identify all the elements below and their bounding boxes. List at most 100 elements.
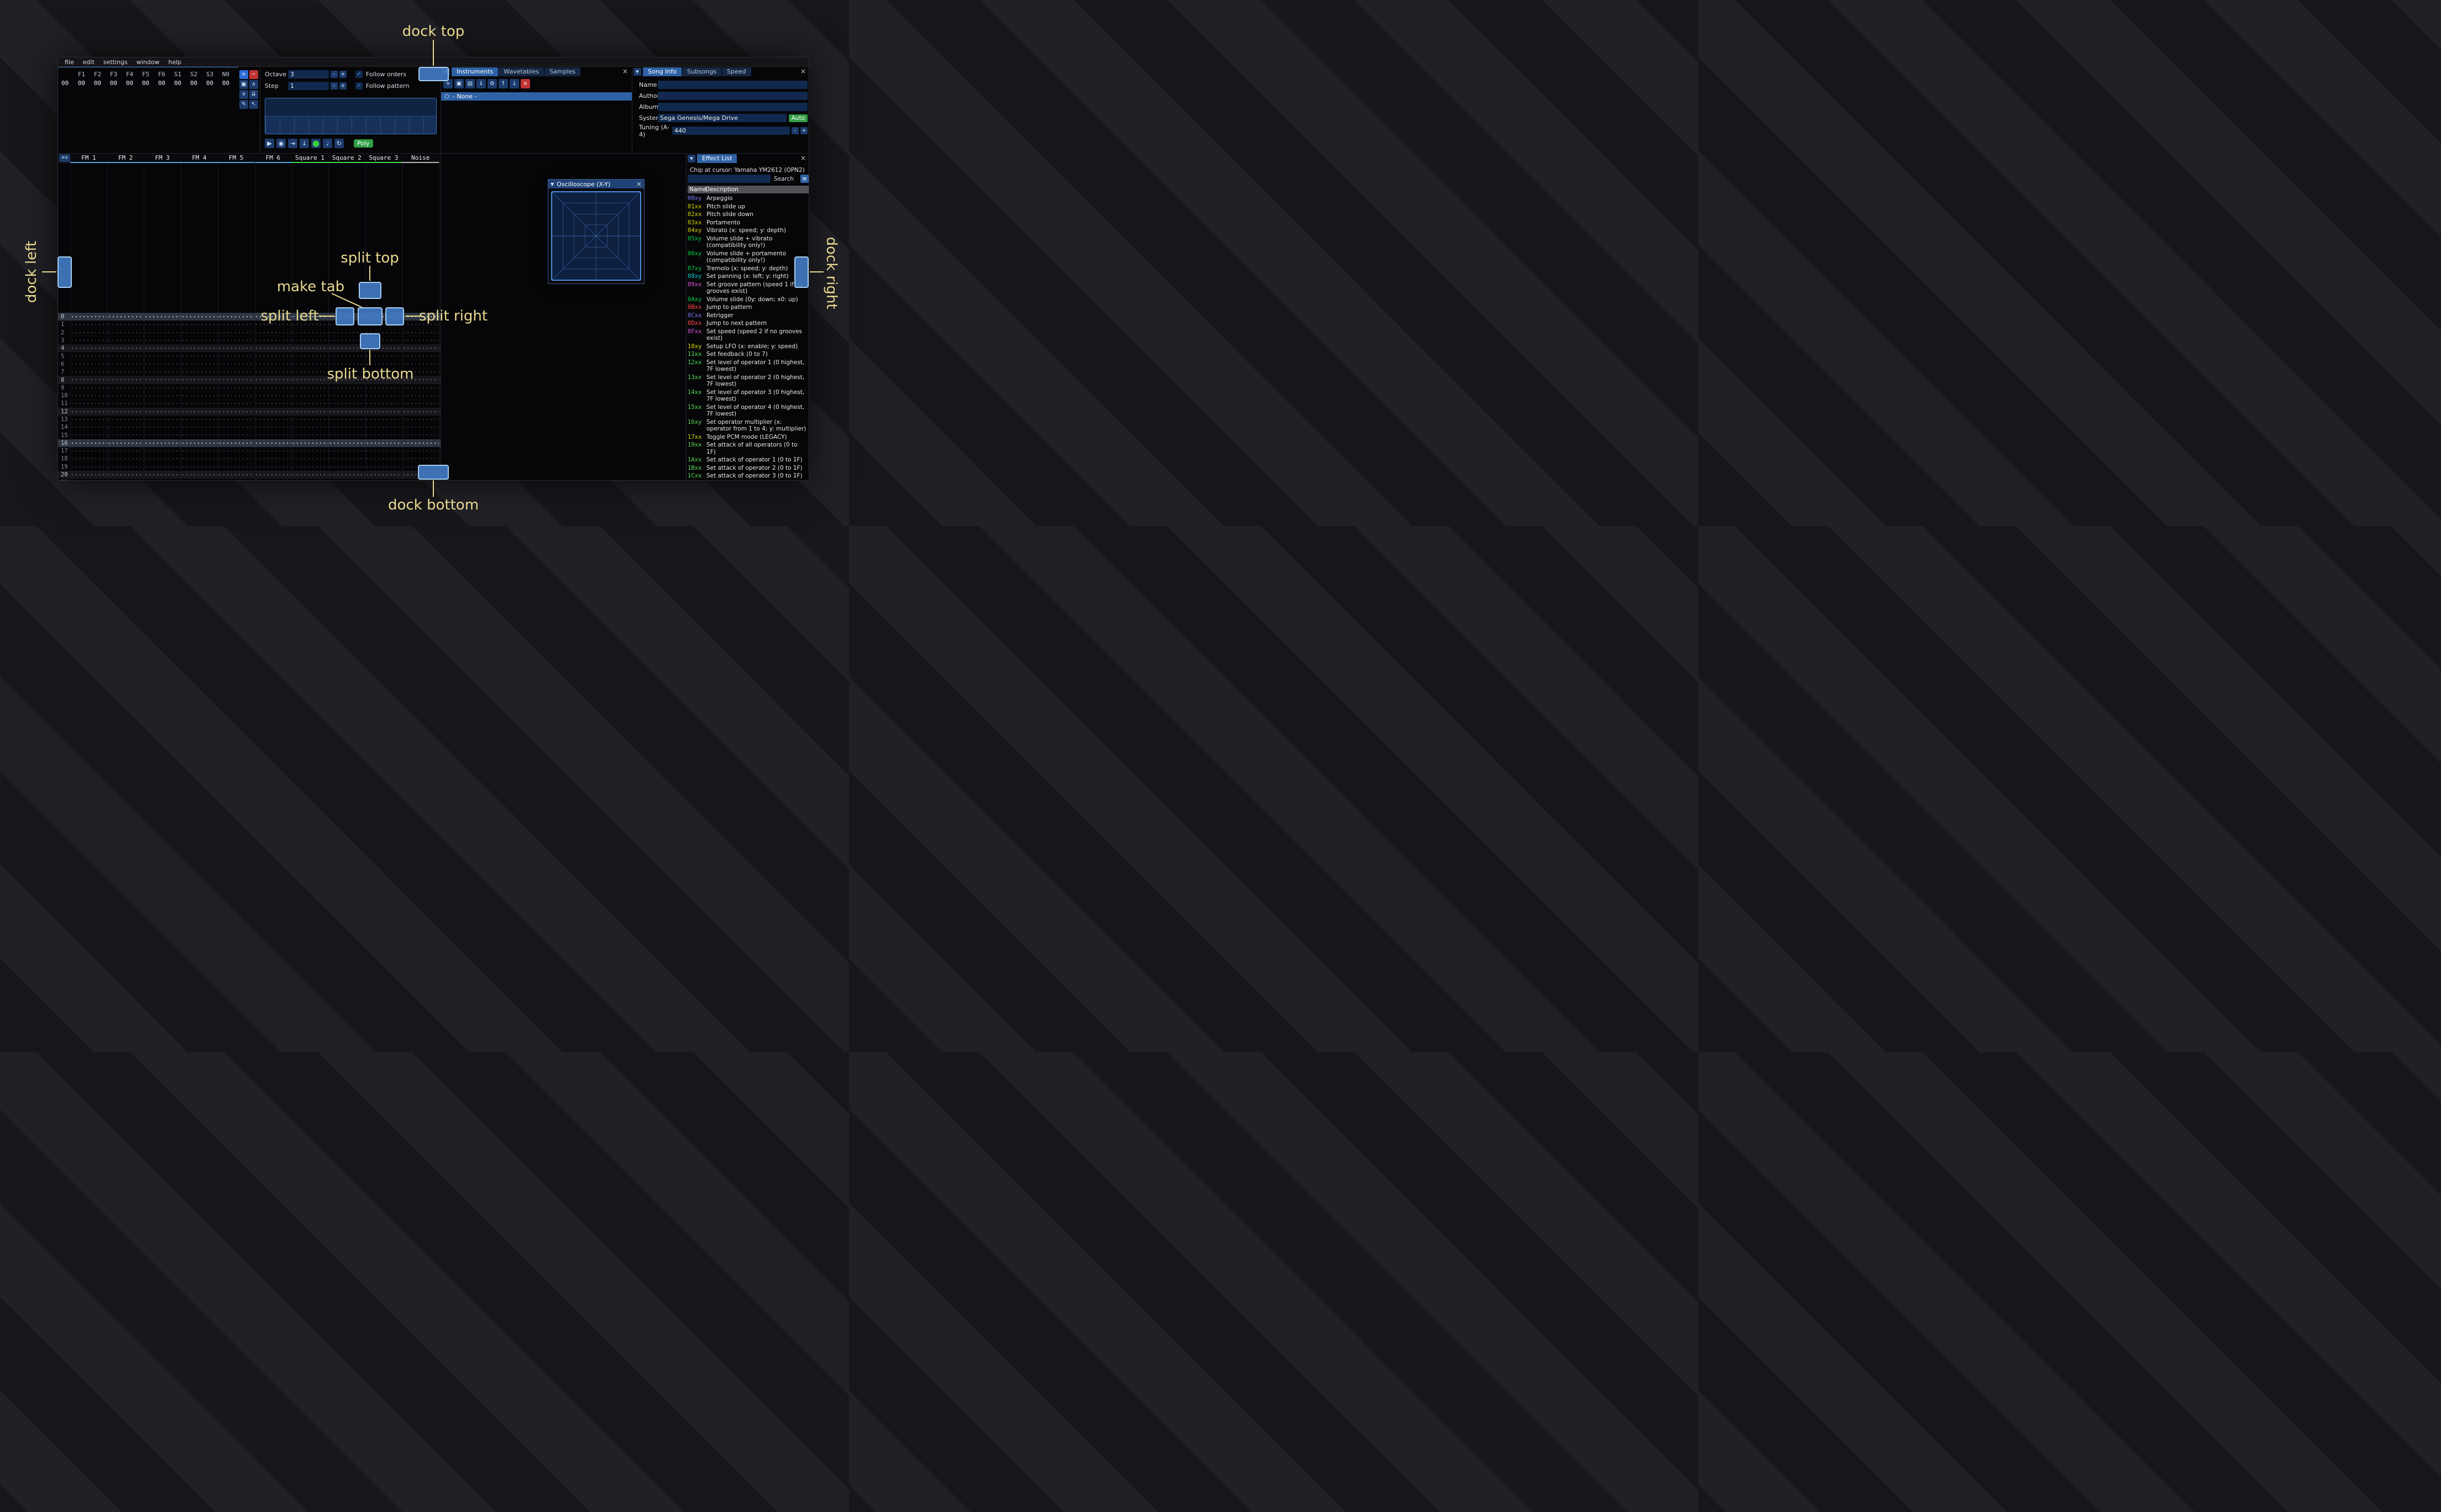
effect-search-input[interactable] — [688, 175, 771, 183]
pattern-cell[interactable] — [254, 439, 292, 448]
pattern-cell[interactable] — [181, 407, 218, 416]
move-instrument-down-button[interactable]: ↓ — [510, 79, 519, 88]
pattern-cell[interactable] — [217, 384, 255, 392]
pattern-row[interactable]: 15 — [58, 431, 441, 439]
make-tab-target[interactable] — [358, 307, 383, 326]
effect-row[interactable]: 08xy Set panning (x: left; y: right) — [688, 272, 810, 281]
channel-header-3[interactable]: FM 3 — [144, 154, 181, 163]
pattern-cell[interactable] — [217, 455, 255, 463]
pattern-cell[interactable] — [254, 447, 292, 455]
pattern-cell[interactable] — [328, 352, 365, 360]
pattern-cell[interactable] — [107, 360, 144, 369]
organize-instruments-button[interactable]: ⚙ — [488, 79, 497, 88]
tab-instruments[interactable]: Instruments — [452, 67, 499, 76]
pattern-cell[interactable] — [107, 431, 144, 439]
order-cell[interactable]: 00 — [90, 80, 106, 87]
pattern-cell[interactable] — [328, 407, 365, 416]
pattern-cell[interactable] — [107, 479, 144, 480]
effect-row[interactable]: 10xy Setup LFO (x: enable; y: speed) — [688, 343, 810, 351]
dock-left-target[interactable] — [57, 256, 72, 288]
pattern-cell[interactable] — [402, 391, 439, 400]
pattern-cell[interactable] — [291, 391, 328, 400]
pattern-cell[interactable] — [254, 352, 292, 360]
pattern-cell[interactable] — [144, 455, 181, 463]
metronome-button[interactable]: ♩ — [323, 139, 332, 148]
effect-row[interactable]: 19xx Set attack of all operators (0 to 1F… — [688, 441, 810, 456]
pattern-body[interactable]: 0123456789101112131415161718192021 — [58, 163, 441, 480]
pattern-cell[interactable] — [144, 447, 181, 455]
effect-list-menu-icon[interactable]: ≡ — [800, 175, 809, 183]
pattern-cell[interactable] — [254, 431, 292, 439]
order-cell[interactable]: 00 — [170, 80, 186, 87]
pattern-cell[interactable] — [291, 360, 328, 369]
orders-row[interactable]: 00 00 00 00 00 00 00 00 00 00 00 — [59, 80, 234, 87]
pattern-cell[interactable] — [70, 384, 107, 392]
menu-item-edit[interactable]: edit — [78, 59, 99, 66]
pattern-cell[interactable] — [254, 463, 292, 471]
order-cell[interactable]: 00 — [202, 80, 218, 87]
step-input[interactable] — [288, 82, 329, 90]
dock-top-target[interactable] — [418, 67, 449, 81]
pattern-row[interactable]: 0 — [58, 313, 441, 321]
pattern-cell[interactable] — [107, 447, 144, 455]
menu-item-settings[interactable]: settings — [99, 59, 132, 66]
pattern-cell[interactable] — [291, 447, 328, 455]
effect-row[interactable]: 0Fxx Set speed (speed 2 if no grooves exi… — [688, 328, 810, 343]
tab-speed[interactable]: Speed — [722, 67, 751, 76]
channel-header-5[interactable]: FM 5 — [217, 154, 255, 163]
pattern-cell[interactable] — [402, 384, 439, 392]
channel-header-6[interactable]: FM 6 — [254, 154, 292, 163]
pattern-cell[interactable] — [291, 423, 328, 432]
piano-widget[interactable] — [265, 98, 437, 134]
pattern-cell[interactable] — [217, 447, 255, 455]
pattern-cell[interactable] — [402, 400, 439, 408]
pattern-row[interactable]: 14 — [58, 423, 441, 432]
pattern-cell[interactable] — [365, 352, 402, 360]
effect-row[interactable]: 16xy Set operator multiplier (x: operator… — [688, 418, 810, 433]
pattern-cell[interactable] — [70, 439, 107, 448]
pattern-cell[interactable] — [365, 415, 402, 424]
pattern-cell[interactable] — [402, 344, 439, 353]
pattern-cell[interactable] — [402, 423, 439, 432]
effect-row[interactable]: 11xx Set feedback (0 to 7) — [688, 350, 810, 359]
play-button[interactable]: ▶ — [265, 139, 274, 148]
pattern-cell[interactable] — [402, 336, 439, 345]
move-instrument-up-button[interactable]: ↑ — [499, 79, 508, 88]
pattern-cell[interactable] — [70, 455, 107, 463]
pattern-cell[interactable] — [291, 368, 328, 376]
pattern-cell[interactable] — [365, 463, 402, 471]
pattern-cell[interactable] — [365, 470, 402, 479]
pattern-cell[interactable] — [144, 328, 181, 337]
octave-increase-button[interactable]: + — [339, 71, 347, 78]
pattern-cell[interactable] — [217, 479, 255, 480]
pattern-cell[interactable] — [254, 328, 292, 337]
piano-keys[interactable] — [265, 117, 436, 134]
pattern-cell[interactable] — [181, 470, 218, 479]
pattern-cell[interactable] — [70, 400, 107, 408]
pattern-cell[interactable] — [328, 447, 365, 455]
pattern-cell[interactable] — [254, 470, 292, 479]
pattern-cell[interactable] — [70, 352, 107, 360]
pattern-cell[interactable] — [254, 479, 292, 480]
order-cell[interactable]: 00 — [186, 80, 202, 87]
effect-row[interactable]: 12xx Set level of operator 1 (0 highest, … — [688, 359, 810, 374]
duplicate-order-button[interactable]: ▣ — [239, 80, 248, 89]
pattern-cell[interactable] — [291, 463, 328, 471]
effect-row[interactable]: 15xx Set level of operator 4 (0 highest, … — [688, 403, 810, 418]
pattern-cell[interactable] — [181, 376, 218, 384]
save-instrument-button[interactable]: ⇓ — [476, 79, 486, 88]
effect-row[interactable]: 0Bxx Jump to pattern — [688, 303, 810, 312]
pattern-cell[interactable] — [365, 439, 402, 448]
stop-button[interactable]: ↓ — [300, 139, 309, 148]
step-row-button[interactable]: ⇥ — [288, 139, 297, 148]
pattern-cell[interactable] — [144, 321, 181, 329]
pattern-cell[interactable] — [181, 439, 218, 448]
pattern-cell[interactable] — [291, 479, 328, 480]
pattern-cell[interactable] — [365, 479, 402, 480]
piano-upper-octaves[interactable] — [265, 98, 436, 117]
pattern-cell[interactable] — [144, 423, 181, 432]
poly-mono-toggle-button[interactable]: Poly — [354, 139, 373, 148]
pattern-cell[interactable] — [181, 368, 218, 376]
pattern-cell[interactable] — [328, 423, 365, 432]
add-order-button[interactable]: + — [239, 70, 248, 79]
